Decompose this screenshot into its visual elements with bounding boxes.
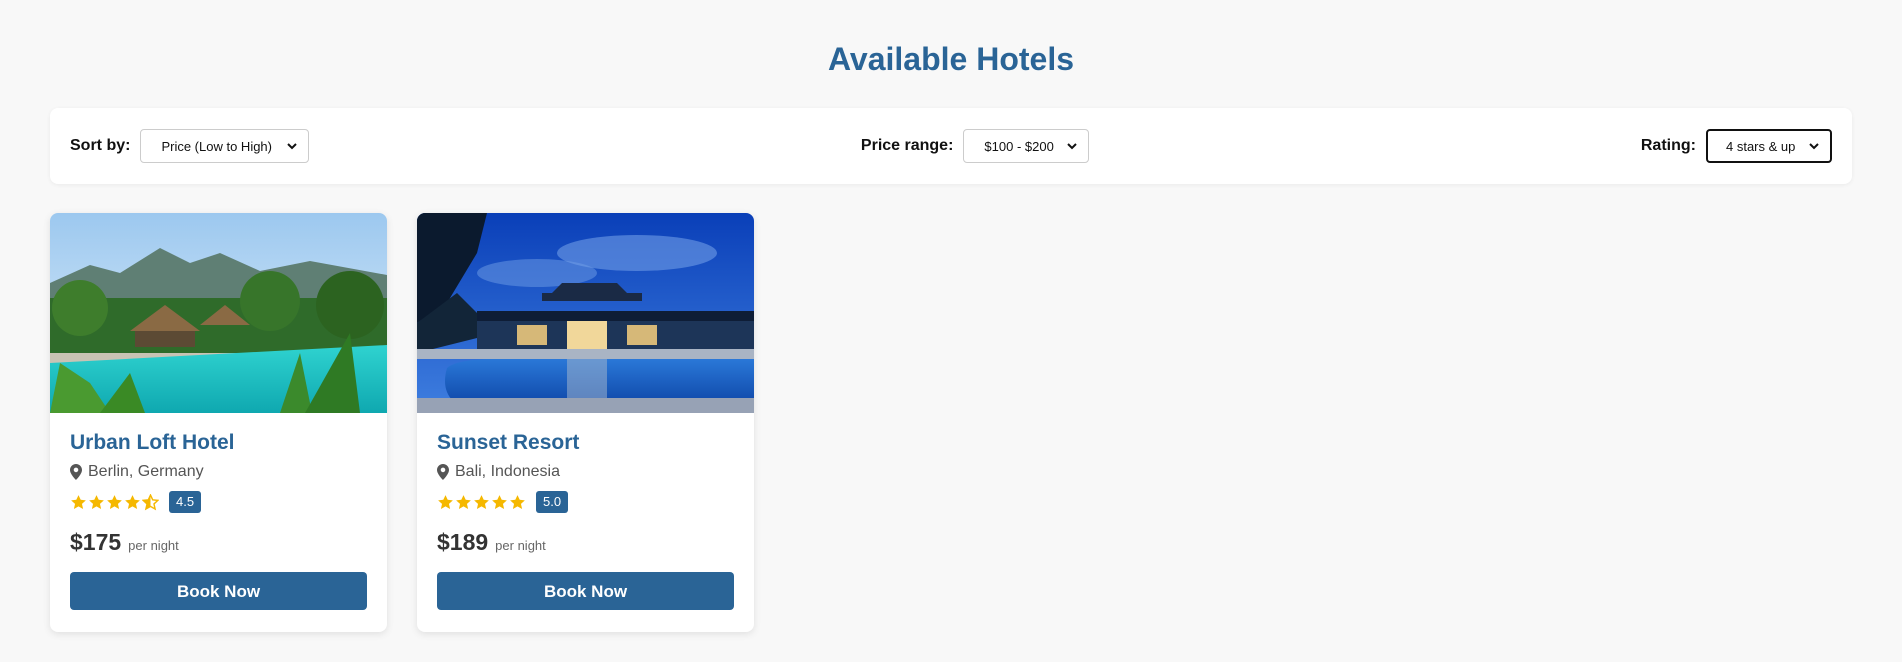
price-filter: Price range: $100 - $200 — [860, 129, 1090, 163]
rating-filter: Rating: 4 stars & up — [1641, 129, 1832, 163]
star-half-icon — [142, 493, 159, 510]
rating-select[interactable]: 4 stars & up — [1705, 129, 1832, 163]
price-row: $189 per night — [437, 529, 734, 556]
star-icon — [438, 494, 453, 509]
chevron-down-icon — [1066, 140, 1078, 152]
per-night-label: per night — [495, 538, 546, 553]
star-rating — [437, 494, 526, 511]
price-select[interactable]: $100 - $200 — [963, 129, 1090, 163]
price-row: $175 per night — [70, 529, 367, 556]
sort-select[interactable]: Price (Low to High) — [140, 129, 310, 163]
rating-label: Rating: — [1640, 137, 1696, 154]
hotel-name[interactable]: Urban Loft Hotel — [70, 431, 367, 455]
location-text: Bali, Indonesia — [455, 463, 560, 480]
map-pin-icon — [437, 464, 449, 480]
hotel-location: Bali, Indonesia — [437, 463, 734, 481]
hotel-location: Berlin, Germany — [70, 463, 367, 481]
price: $175 — [70, 529, 122, 555]
star-icon — [474, 494, 489, 509]
star-icon — [510, 494, 525, 509]
hotel-image — [417, 213, 754, 413]
price-label: Price range: — [860, 137, 954, 154]
page-title: Available Hotels — [827, 41, 1074, 77]
hotel-image — [50, 213, 387, 413]
map-pin-icon — [70, 464, 82, 480]
chevron-down-icon — [286, 140, 298, 152]
sort-filter: Sort by: Price (Low to High) — [70, 129, 310, 163]
star-icon — [492, 494, 507, 509]
rating-row: 4.5 — [70, 491, 367, 513]
price-select-value: $100 - $200 — [984, 138, 1054, 154]
star-icon — [107, 494, 122, 509]
star-icon — [456, 494, 471, 509]
price: $189 — [437, 529, 489, 555]
star-icon — [71, 494, 86, 509]
rating-select-value: 4 stars & up — [1725, 138, 1796, 154]
chevron-down-icon — [1808, 140, 1820, 152]
hotel-card: Urban Loft Hotel Berlin, Germany 4.5 $17… — [50, 213, 387, 632]
book-now-button[interactable]: Book Now — [437, 572, 734, 610]
rating-badge: 5.0 — [536, 491, 569, 513]
rating-row: 5.0 — [437, 491, 734, 513]
star-icon — [89, 494, 104, 509]
rating-badge: 4.5 — [169, 491, 202, 513]
location-text: Berlin, Germany — [88, 463, 204, 480]
star-rating — [70, 493, 159, 511]
filter-bar: Sort by: Price (Low to High) Price range… — [50, 108, 1852, 184]
star-icon — [125, 494, 140, 509]
sort-select-value: Price (Low to High) — [161, 138, 272, 154]
hotel-list: Urban Loft Hotel Berlin, Germany 4.5 $17… — [50, 213, 754, 632]
hotel-card: Sunset Resort Bali, Indonesia 5.0 $189 p… — [417, 213, 754, 632]
sort-label: Sort by: — [70, 137, 131, 154]
hotel-name[interactable]: Sunset Resort — [437, 431, 734, 455]
per-night-label: per night — [128, 538, 179, 553]
book-now-button[interactable]: Book Now — [70, 572, 367, 610]
